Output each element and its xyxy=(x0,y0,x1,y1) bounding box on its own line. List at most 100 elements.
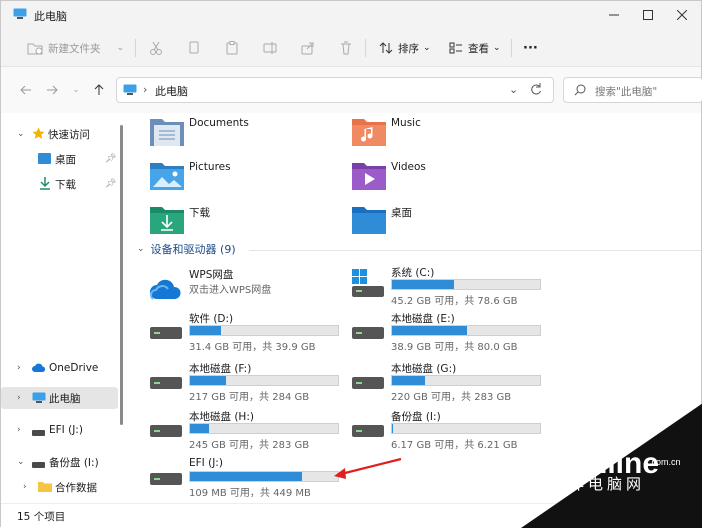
sidebar-item-desktop[interactable]: 桌面 📌︎ xyxy=(1,148,119,170)
chevron-down-icon[interactable]: ⌄ xyxy=(17,457,25,467)
drive-icon xyxy=(150,327,182,339)
sidebar-label: OneDrive xyxy=(49,362,99,374)
drive-h[interactable]: 本地磁盘 (H:) 245 GB 可用，共 283 GB xyxy=(149,409,349,451)
desktop-icon xyxy=(38,153,51,167)
chevron-down-icon: ⌄ xyxy=(423,43,431,53)
maximize-button[interactable] xyxy=(631,1,665,29)
address-bar[interactable]: › 此电脑 ⌄ xyxy=(116,77,554,103)
this-pc-icon xyxy=(123,84,137,99)
view-button[interactable]: 查看 ⌄ xyxy=(449,38,501,58)
sidebar-item-shared-data[interactable]: › 合作数据 xyxy=(1,476,119,498)
sidebar-label: 备份盘 (I:) xyxy=(49,456,99,469)
drive-usage-bar xyxy=(391,423,541,434)
drive-usage-bar xyxy=(189,423,339,434)
sort-button[interactable]: 排序 ⌄ xyxy=(379,38,431,58)
drive-name: 系统 (C:) xyxy=(391,267,435,279)
folder-name: 桌面 xyxy=(391,207,412,219)
pin-icon: 📌︎ xyxy=(105,154,117,164)
drive-usage-bar xyxy=(189,375,339,386)
arrow-up-icon xyxy=(94,84,104,95)
this-pc-icon xyxy=(32,392,46,407)
more-options-button[interactable]: ··· xyxy=(523,38,538,58)
drive-subtitle: 217 GB 可用，共 284 GB xyxy=(189,392,310,403)
close-button[interactable] xyxy=(665,1,699,29)
folder-music[interactable]: Music xyxy=(351,115,551,155)
scrollbar-thumb[interactable] xyxy=(120,125,123,425)
drive-subtitle: 245 GB 可用，共 283 GB xyxy=(189,440,310,451)
drive-g[interactable]: 本地磁盘 (G:) 220 GB 可用，共 283 GB xyxy=(351,361,551,403)
folder-name: Music xyxy=(391,117,421,129)
drive-wps[interactable]: WPS网盘 双击进入WPS网盘 xyxy=(149,267,349,309)
folder-downloads[interactable]: 下载 xyxy=(149,203,349,243)
drive-c[interactable]: 系统 (C:) 45.2 GB 可用，共 78.6 GB xyxy=(351,265,551,307)
this-pc-icon xyxy=(13,8,27,23)
watermark-cn: 太平洋电脑网 xyxy=(531,475,645,493)
chevron-down-icon: ⌄ xyxy=(72,85,80,95)
drive-usage-fill xyxy=(190,376,226,385)
sidebar-label: 此电脑 xyxy=(49,392,81,405)
copy-icon xyxy=(189,41,199,54)
new-folder-button[interactable]: 新建文件夹 ⌄ xyxy=(27,38,124,58)
chevron-right-icon[interactable]: › xyxy=(17,393,21,403)
minimize-button[interactable] xyxy=(597,1,631,29)
desktop-folder-icon xyxy=(352,207,386,234)
drive-name: 软件 (D:) xyxy=(189,313,234,325)
folder-icon xyxy=(38,481,52,495)
chevron-down-icon: ⌄ xyxy=(116,43,125,53)
drive-icon xyxy=(352,327,384,339)
folder-documents[interactable]: Documents xyxy=(149,115,349,155)
sidebar-item-downloads[interactable]: 下载 📌︎ xyxy=(1,173,119,195)
search-placeholder: 搜索"此电脑" xyxy=(595,86,658,98)
devices-section-header[interactable]: ⌄ 设备和驱动器 (9) xyxy=(137,241,236,257)
recent-locations-button[interactable]: ⌄ xyxy=(67,81,85,99)
drive-usage-fill xyxy=(392,280,455,289)
sidebar-item-efi[interactable]: › EFI (J:) xyxy=(1,419,119,441)
chevron-down-icon[interactable]: ⌄ xyxy=(137,244,145,254)
sidebar-item-onedrive[interactable]: › OneDrive xyxy=(1,357,119,379)
forward-button[interactable] xyxy=(43,81,61,99)
chevron-right-icon[interactable]: › xyxy=(17,363,21,373)
folder-pictures[interactable]: Pictures xyxy=(149,159,349,199)
drive-usage-bar xyxy=(391,325,541,336)
folder-name: Documents xyxy=(189,117,249,129)
chevron-down-icon[interactable]: ⌄ xyxy=(509,83,518,96)
chevron-down-icon[interactable]: ⌄ xyxy=(17,129,25,139)
paste-button[interactable] xyxy=(225,38,239,58)
drive-usage-bar xyxy=(189,325,339,336)
search-box[interactable]: 搜索"此电脑" xyxy=(563,77,702,103)
drive-icon xyxy=(150,473,182,485)
sort-label: 排序 xyxy=(398,42,419,55)
copy-button[interactable] xyxy=(187,38,201,58)
folder-desktop[interactable]: 桌面 xyxy=(351,203,551,243)
share-button[interactable] xyxy=(301,38,315,58)
search-icon xyxy=(574,84,586,99)
refresh-icon[interactable] xyxy=(530,82,542,99)
drive-e[interactable]: 本地磁盘 (E:) 38.9 GB 可用，共 80.0 GB xyxy=(351,311,551,353)
drive-subtitle: 220 GB 可用，共 283 GB xyxy=(391,392,512,403)
delete-button[interactable] xyxy=(339,38,353,58)
chevron-right-icon[interactable]: › xyxy=(17,425,21,435)
drive-subtitle: 45.2 GB 可用，共 78.6 GB xyxy=(391,296,518,307)
sidebar-item-backup[interactable]: ⌄ 备份盘 (I:) xyxy=(1,451,119,473)
cut-button[interactable] xyxy=(149,38,163,58)
cloud-icon xyxy=(150,279,181,300)
rename-icon xyxy=(263,42,277,54)
back-button[interactable] xyxy=(17,81,35,99)
folder-videos[interactable]: Videos xyxy=(351,159,551,199)
sidebar-item-this-pc[interactable]: › 此电脑 xyxy=(1,387,118,409)
sidebar-item-quick-access[interactable]: ⌄ 快速访问 xyxy=(1,123,119,145)
drive-name: EFI (J:) xyxy=(189,457,223,469)
up-button[interactable] xyxy=(90,81,108,99)
drive-f[interactable]: 本地磁盘 (F:) 217 GB 可用，共 284 GB xyxy=(149,361,349,403)
chevron-right-icon[interactable]: › xyxy=(23,482,27,492)
chevron-right-icon: › xyxy=(143,83,148,96)
drive-name: 备份盘 (I:) xyxy=(391,411,441,423)
videos-folder-icon xyxy=(352,163,386,190)
drive-j[interactable]: EFI (J:) 109 MB 可用，共 449 MB xyxy=(149,457,349,499)
sidebar-label: 桌面 xyxy=(55,153,76,166)
drive-subtitle: 6.17 GB 可用，共 6.21 GB xyxy=(391,440,518,451)
navigation-pane: ⌄ 快速访问 桌面 📌︎ 下载 📌︎ › OneDrive › 此电脑 › EF… xyxy=(1,113,126,503)
windows-drive-icon xyxy=(352,269,384,297)
rename-button[interactable] xyxy=(263,38,277,58)
drive-d[interactable]: 软件 (D:) 31.4 GB 可用，共 39.9 GB xyxy=(149,311,349,353)
